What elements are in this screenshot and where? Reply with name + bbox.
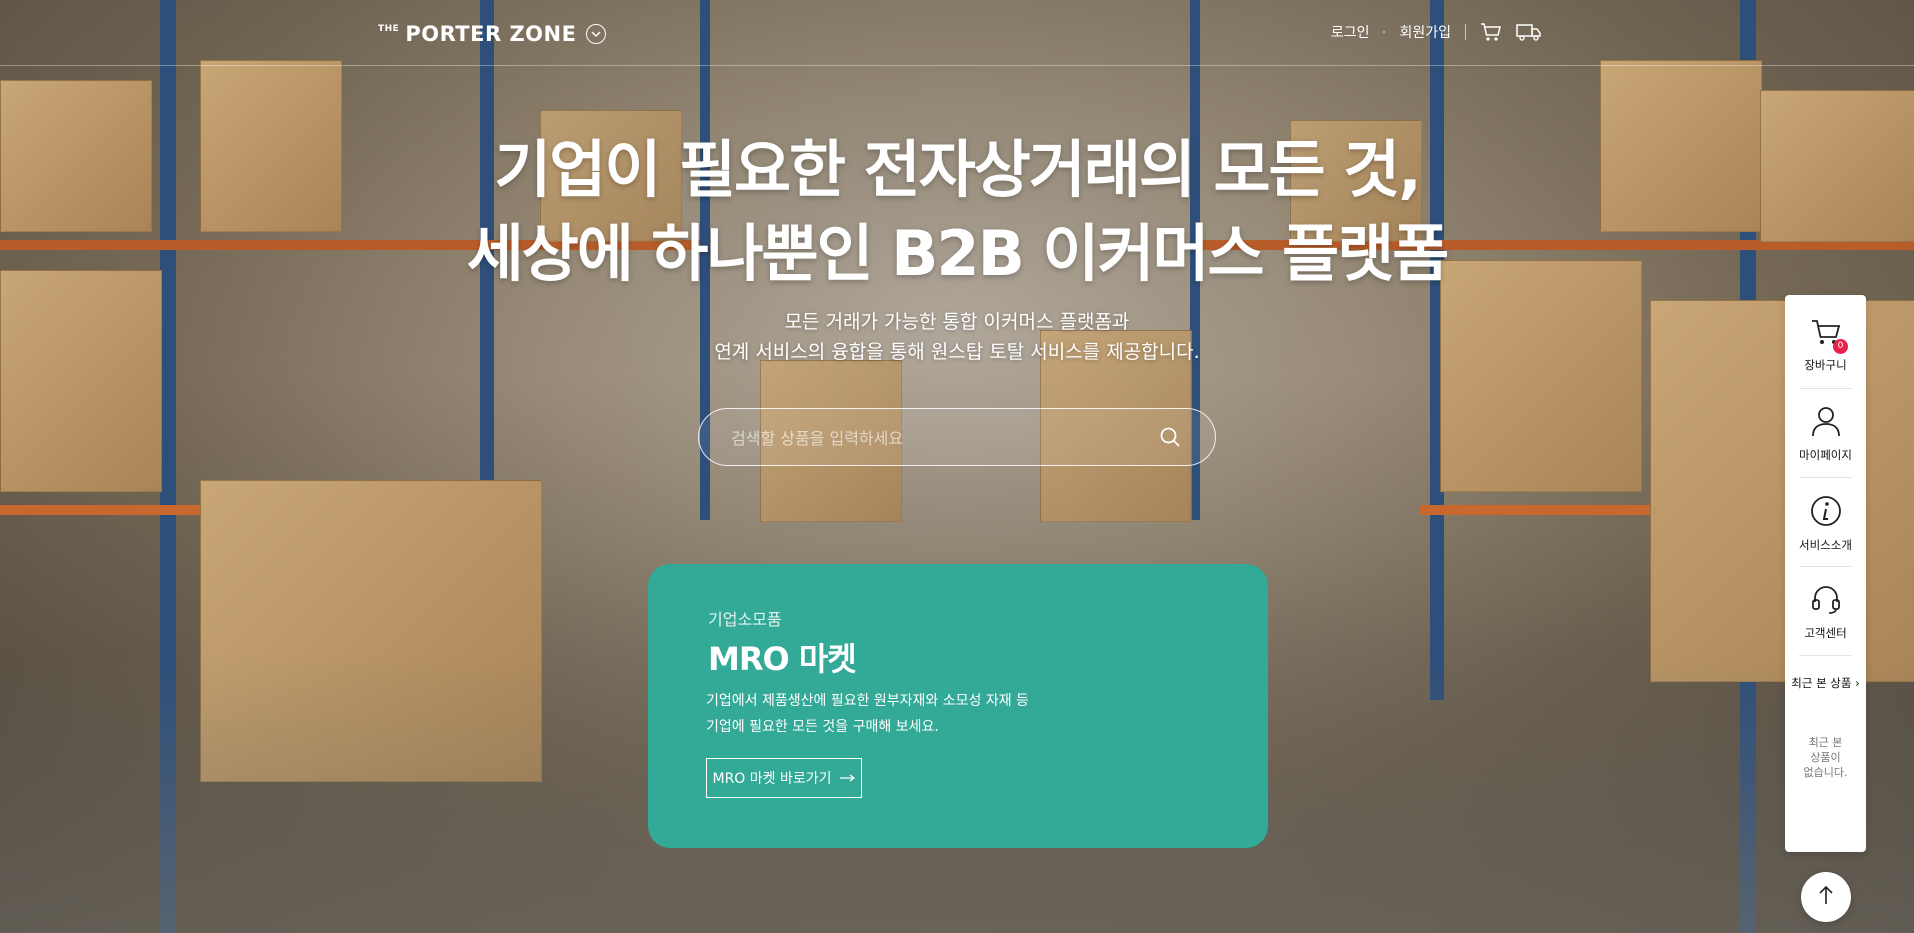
search-icon[interactable] bbox=[1159, 426, 1181, 452]
search-input[interactable] bbox=[729, 409, 1153, 467]
divider bbox=[1383, 31, 1386, 33]
recent-products-empty: 최근 본 상품이 없습니다. bbox=[1785, 735, 1866, 780]
site-header: THE PORTER ZONE 로그인 회원가입 bbox=[0, 0, 1914, 66]
quick-service-label: 서비스소개 bbox=[1799, 538, 1852, 552]
arrow-right-icon bbox=[839, 770, 856, 786]
card-description: 기업에서 제품생산에 필요한 원부자재와 소모성 자재 등 기업에 필요한 모든… bbox=[706, 688, 1029, 740]
quick-cart[interactable]: 0 장바구니 bbox=[1793, 317, 1858, 373]
quick-service[interactable]: 서비스소개 bbox=[1793, 495, 1858, 553]
chevron-down-icon[interactable] bbox=[586, 24, 607, 44]
search-bar bbox=[698, 408, 1216, 467]
login-link[interactable]: 로그인 bbox=[1331, 22, 1370, 42]
logo-name: PORTER ZONE bbox=[405, 22, 577, 46]
quick-support[interactable]: 고객센터 bbox=[1793, 583, 1858, 641]
mro-market-button[interactable]: MRO 마켓 바로가기 bbox=[706, 758, 862, 798]
headset-icon bbox=[1810, 586, 1842, 619]
logo-the: THE bbox=[378, 24, 400, 34]
card-description-line: 기업에 필요한 모든 것을 구매해 보세요. bbox=[706, 719, 939, 735]
hero-subtitle-line: 연계 서비스의 융합을 통해 원스탑 토탈 서비스를 제공합니다. bbox=[714, 341, 1200, 363]
utility-nav: 로그인 회원가입 bbox=[1331, 22, 1542, 42]
chevron-right-icon: › bbox=[1855, 676, 1860, 690]
quick-mypage[interactable]: 마이페이지 bbox=[1793, 405, 1858, 463]
truck-icon[interactable] bbox=[1516, 22, 1542, 42]
info-icon bbox=[1810, 496, 1842, 531]
card-title: MRO 마켓 bbox=[708, 640, 857, 678]
cart-count-badge: 0 bbox=[1833, 339, 1848, 354]
quick-menu: 0 장바구니 마이페이지 서비스소개 고객센터 최근 본 상품 › 최근 본 상… bbox=[1785, 295, 1866, 852]
card-description-line: 기업에서 제품생산에 필요한 원부자재와 소모성 자재 등 bbox=[706, 693, 1029, 709]
empty-text-line: 최근 본 bbox=[1808, 736, 1843, 749]
logo[interactable]: THE PORTER ZONE bbox=[378, 22, 607, 46]
scroll-top-button[interactable] bbox=[1801, 872, 1851, 922]
signup-link[interactable]: 회원가입 bbox=[1399, 22, 1451, 42]
card-kicker: 기업소모품 bbox=[708, 610, 782, 629]
arrow-up-icon bbox=[1818, 885, 1834, 909]
hero-subtitle-line: 모든 거래가 가능한 통합 이커머스 플랫폼과 bbox=[784, 311, 1130, 333]
quick-cart-label: 장바구니 bbox=[1804, 358, 1847, 372]
divider bbox=[1799, 566, 1852, 567]
recent-products-label: 최근 본 상품 bbox=[1791, 676, 1852, 690]
hero-title-line: 기업이 필요한 전자상거래의 모든 것, bbox=[494, 133, 1422, 206]
divider bbox=[1799, 388, 1852, 389]
quick-mypage-label: 마이페이지 bbox=[1799, 448, 1852, 462]
mro-market-card: 기업소모품 MRO 마켓 기업에서 제품생산에 필요한 원부자재와 소모성 자재… bbox=[648, 564, 1268, 848]
hero-title-line: 세상에 하나뿐인 B2B 이커머스 플랫폼 bbox=[466, 217, 1450, 290]
recent-products-link[interactable]: 최근 본 상품 › bbox=[1785, 675, 1866, 691]
empty-text-line: 없습니다. bbox=[1803, 766, 1848, 779]
cart-icon[interactable] bbox=[1480, 22, 1502, 42]
quick-support-label: 고객센터 bbox=[1804, 626, 1847, 640]
user-icon bbox=[1811, 407, 1841, 441]
divider bbox=[1799, 655, 1852, 656]
divider bbox=[1799, 477, 1852, 478]
hero-title: 기업이 필요한 전자상거래의 모든 것, 세상에 하나뿐인 B2B 이커머스 플… bbox=[0, 128, 1914, 296]
button-label: MRO 마켓 바로가기 bbox=[712, 771, 832, 787]
hero-subtitle: 모든 거래가 가능한 통합 이커머스 플랫폼과 연계 서비스의 융합을 통해 원… bbox=[0, 307, 1914, 367]
divider bbox=[1465, 24, 1466, 40]
empty-text-line: 상품이 bbox=[1810, 751, 1841, 764]
